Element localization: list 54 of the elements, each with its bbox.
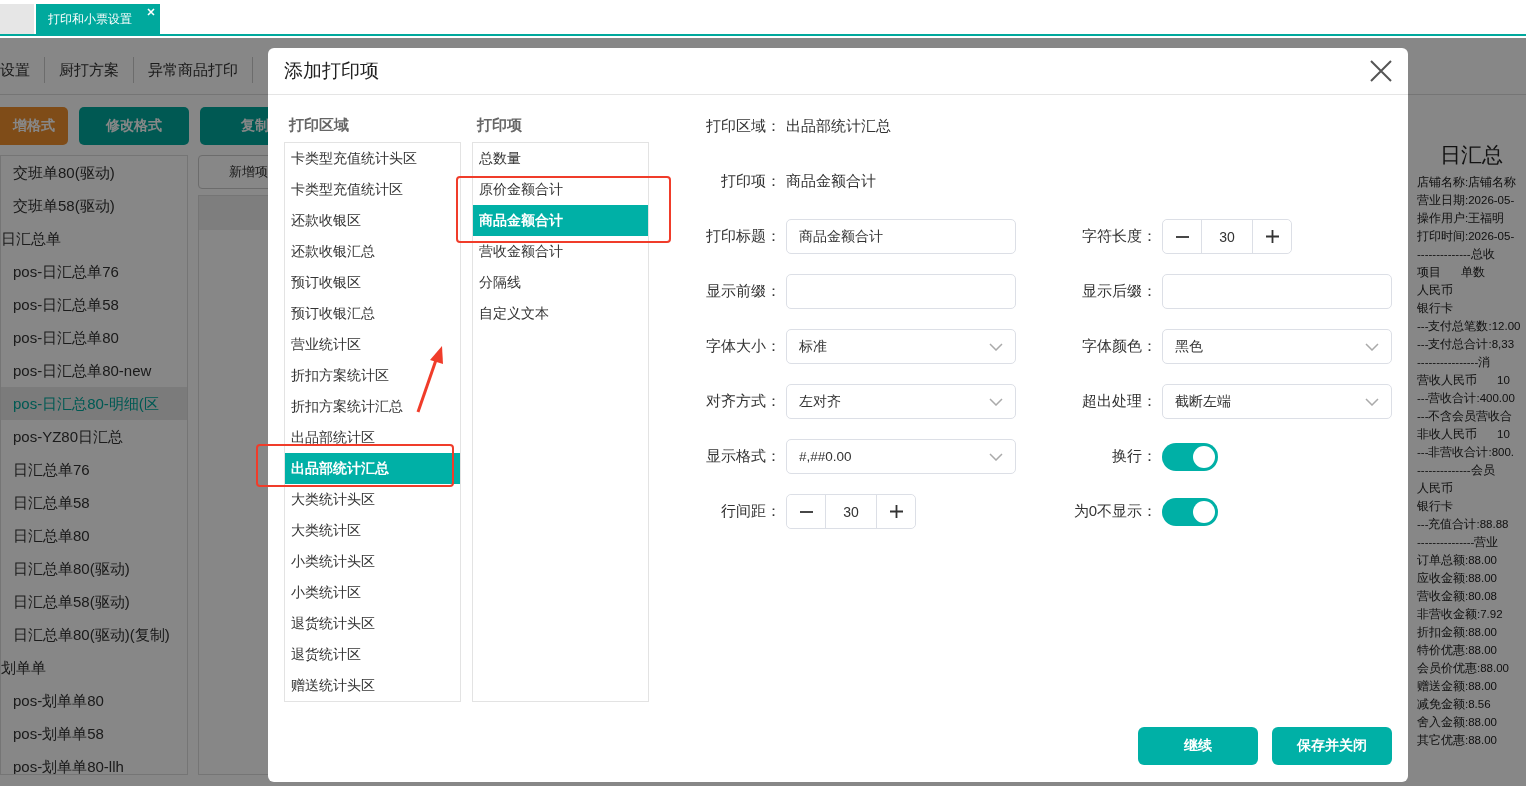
receipt-line: 人民币 bbox=[1417, 481, 1453, 496]
receipt-line: ---------------营业 bbox=[1417, 535, 1499, 550]
receipt-line: ----------------消 bbox=[1417, 355, 1491, 370]
receipt-line: --------------会员 bbox=[1417, 463, 1495, 478]
receipt-line: --------------总收 bbox=[1417, 247, 1495, 262]
dialog-title: 添加打印项 bbox=[284, 59, 379, 83]
receipt-line: 其它优惠:88.00 bbox=[1417, 733, 1497, 748]
receipt-line: 非收人民币 bbox=[1417, 427, 1477, 442]
receipt-line: 特价优惠:88.00 bbox=[1417, 643, 1497, 658]
receipt-line: 非营收金额:7.92 bbox=[1417, 607, 1503, 622]
receipt-line: 打印时间:2026-05- bbox=[1417, 229, 1515, 244]
field-value: 商品金额合计 bbox=[786, 172, 877, 191]
receipt-value: 10 bbox=[1497, 427, 1510, 442]
receipt-line: 项目 bbox=[1417, 265, 1441, 280]
field-label: 显示格式： bbox=[705, 447, 781, 466]
receipt-line: 折扣金额:88.00 bbox=[1417, 625, 1497, 640]
receipt-line: 应收金额:88.00 bbox=[1417, 571, 1497, 586]
field-label: 显示前缀： bbox=[705, 282, 781, 301]
field-label: 显示后缀： bbox=[1081, 282, 1157, 301]
receipt-line: 银行卡 bbox=[1417, 301, 1453, 316]
field-label: 打印标题： bbox=[705, 227, 781, 246]
receipt-line: 操作用户:王福明 bbox=[1417, 211, 1505, 226]
receipt-value: 单数 bbox=[1461, 265, 1485, 280]
receipt-line: ---支付总笔数:12.00 bbox=[1417, 319, 1521, 334]
receipt-line: 人民币 bbox=[1417, 283, 1453, 298]
receipt-value: 10 bbox=[1497, 373, 1510, 388]
receipt-line: 赠送金额:88.00 bbox=[1417, 679, 1497, 694]
field-label: 对齐方式： bbox=[705, 392, 781, 411]
field-label: 换行： bbox=[1111, 447, 1157, 466]
receipt-line: ---非营收合计:800. bbox=[1417, 445, 1515, 460]
field-label: 字符长度： bbox=[1081, 227, 1157, 246]
field-value: 出品部统计汇总 bbox=[786, 117, 892, 136]
field-label: 字体大小： bbox=[705, 337, 781, 356]
receipt-line: ---营收合计:400.00 bbox=[1417, 391, 1515, 406]
field-label: 字体颜色： bbox=[1081, 337, 1157, 356]
receipt-line: ---不含会员营收合 bbox=[1417, 409, 1513, 424]
receipt-line: ---充值合计:88.88 bbox=[1417, 517, 1509, 532]
field-label: 为0不显示： bbox=[1072, 502, 1157, 521]
field-label: 打印区域： bbox=[705, 117, 781, 136]
receipt-line: 营收金额:80.08 bbox=[1417, 589, 1497, 604]
receipt-line: ---支付总合计:8,33 bbox=[1417, 337, 1515, 352]
receipt-line: 订单总额:88.00 bbox=[1417, 553, 1497, 568]
field-label: 超出处理： bbox=[1081, 392, 1157, 411]
receipt-line: 舍入金额:88.00 bbox=[1417, 715, 1497, 730]
receipt-line: 营业日期:2026-05- bbox=[1417, 193, 1515, 208]
column-heading: 打印项 bbox=[477, 115, 523, 135]
receipt-line: 店铺名称:店铺名称 bbox=[1417, 175, 1517, 190]
receipt-line: 营收人民币 bbox=[1417, 373, 1477, 388]
receipt-title: 日汇总 bbox=[1439, 142, 1504, 168]
receipt-line: 会员价优惠:88.00 bbox=[1417, 661, 1509, 676]
receipt-line: 减免金额:8.56 bbox=[1417, 697, 1491, 712]
receipt-line: 银行卡 bbox=[1417, 499, 1453, 514]
field-label: 行间距： bbox=[720, 502, 781, 521]
field-label: 打印项： bbox=[720, 172, 781, 191]
